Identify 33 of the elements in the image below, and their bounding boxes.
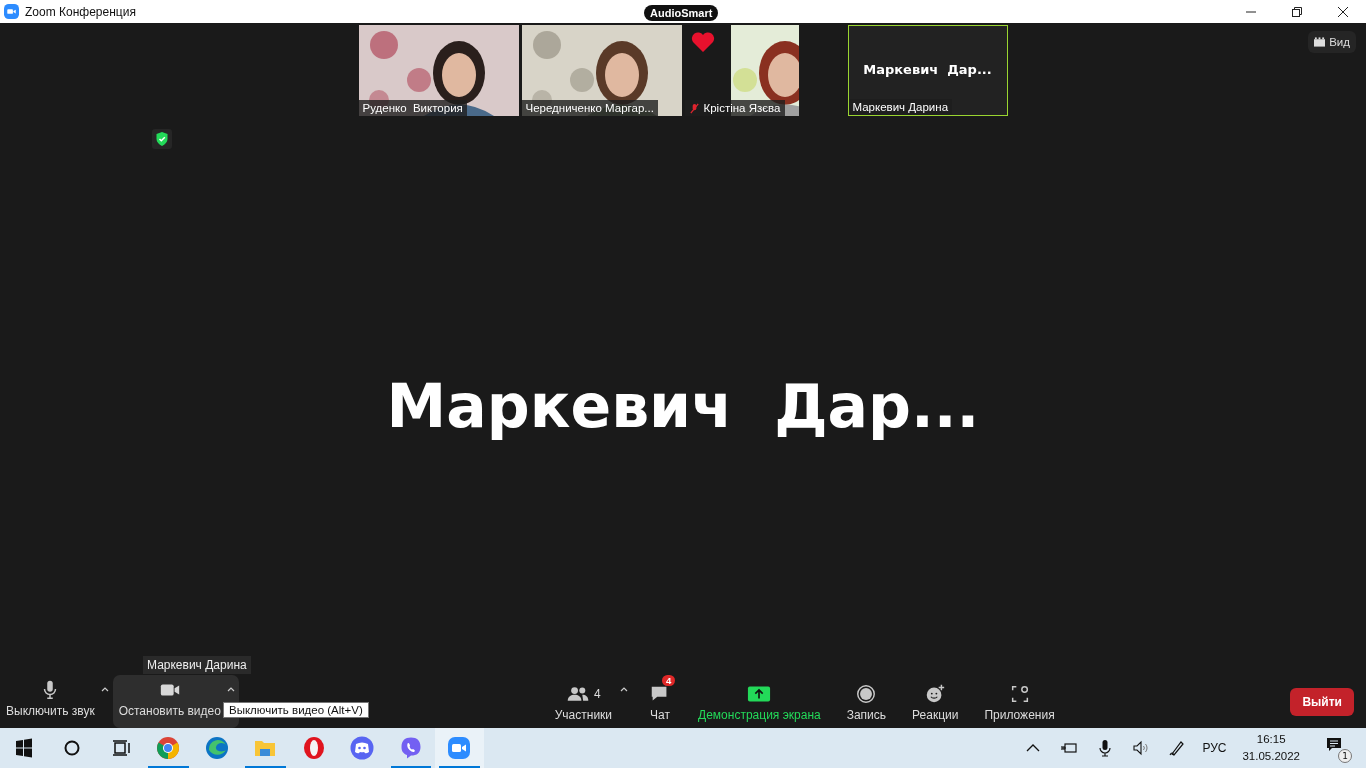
reactions-button[interactable]: Реакции [906,675,965,728]
clock[interactable]: 16:15 31.05.2022 [1236,731,1306,765]
chat-button[interactable]: 4 Чат [642,675,679,728]
participant-name: Руденко Виктория [362,102,463,114]
participant-name: Чередниченко Маргар... [525,102,654,114]
name-tooltip: Маркевич Дарина [143,656,251,674]
video-tile[interactable]: Маркевич Дар... Маркевич Дарина [847,25,1008,116]
record-button[interactable]: Запись [840,675,893,728]
leave-button[interactable]: Выйти [1290,687,1354,716]
audiosmart-badge: AudioSmart [644,5,719,21]
speaker-name: Маркевич Дар... [386,370,980,441]
notifications-button[interactable]: 1 [1324,735,1350,761]
view-button[interactable]: Вид [1308,31,1356,53]
mute-button[interactable]: Выключить звук [0,675,101,724]
video-tile[interactable]: Руденко Виктория [358,25,519,116]
caret-icon[interactable] [620,687,629,692]
caret-icon[interactable] [100,687,109,692]
apps-button[interactable]: Приложения [978,675,1061,728]
participant-name: Маркевич Дарина [852,101,949,113]
caret-icon[interactable] [226,687,235,692]
shield-icon[interactable] [152,129,172,149]
share-button[interactable]: Демонстрация экрана [692,675,827,728]
grid-icon [1314,37,1326,47]
participants-button[interactable]: 4 Участники [548,675,619,728]
video-tile[interactable]: Чередниченко Маргар... [521,25,682,116]
participant-name: Крістіна Язєва [703,102,781,114]
window-title: Zoom Конференция [25,4,136,19]
tooltip: Выключить видео (Alt+V) [223,702,369,718]
zoom-logo-icon [4,4,19,19]
heart-icon [690,31,715,53]
language-indicator[interactable]: РУС [1198,741,1231,755]
participant-name: Маркевич Дар... [862,62,993,77]
zoom-app-icon[interactable] [435,728,484,768]
